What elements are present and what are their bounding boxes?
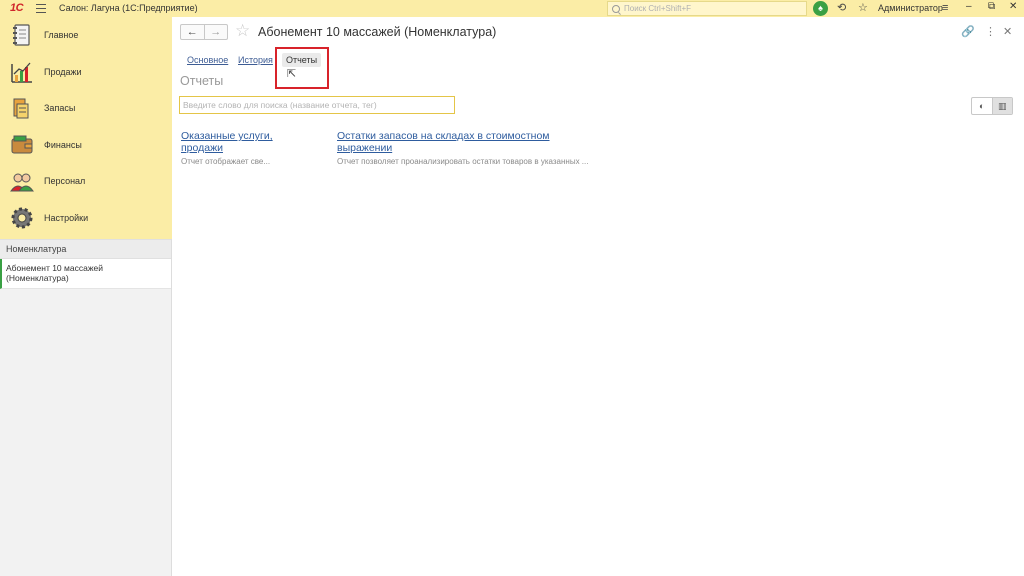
sidebar-item-label: Финансы <box>44 139 82 150</box>
open-windows-header: Номенклатура <box>0 239 171 259</box>
link-icon[interactable]: 🔗 <box>961 25 975 38</box>
minimize-window-button[interactable]: – <box>966 1 972 12</box>
sidebar-item-settings[interactable]: Настройки <box>0 200 172 237</box>
report-link-continuation[interactable]: продажи <box>181 142 273 154</box>
people-icon <box>10 173 34 192</box>
report-item: Оказанные услуги, продажи Отчет отобража… <box>181 130 273 166</box>
sidebar: Главное Продажи Запасы Финансы Персонал … <box>0 17 172 576</box>
settings-menu-icon[interactable]: ≡ <box>942 2 948 15</box>
open-window-item-subtitle: (Номенклатура) <box>6 273 69 283</box>
report-link[interactable]: Остатки запасов на складах в стоимостном <box>337 130 588 142</box>
restore-window-button[interactable]: ⧉ <box>988 1 995 12</box>
report-description: Отчет отображает све... <box>181 157 271 166</box>
wallet-icon <box>11 135 33 154</box>
close-form-icon[interactable]: ✕ <box>1003 25 1012 38</box>
report-item: Остатки запасов на складах в стоимостном… <box>337 130 588 166</box>
report-link-continuation[interactable]: выражении <box>337 142 588 154</box>
report-description: Отчет позволяет проанализировать остатки… <box>337 157 589 166</box>
current-user[interactable]: Администратор <box>878 3 943 13</box>
sidebar-item-staff[interactable]: Персонал <box>0 163 172 200</box>
ledger-icon <box>13 24 30 46</box>
sidebar-item-label: Персонал <box>44 176 86 187</box>
global-search-input[interactable] <box>624 4 794 13</box>
gear-icon <box>11 207 33 229</box>
tab-highlight-frame <box>275 47 329 89</box>
report-search-input[interactable] <box>183 97 454 113</box>
view-toggle: ◐ ▥ <box>971 97 1013 115</box>
mouse-cursor-icon: ⇱ <box>287 68 297 80</box>
forward-arrow-icon[interactable]: → <box>203 25 228 39</box>
sidebar-item-finance[interactable]: Финансы <box>0 127 172 164</box>
list-view-icon[interactable]: ▥ <box>991 98 1012 114</box>
tab-main[interactable]: Основное <box>187 53 228 67</box>
sidebar-item-inventory[interactable]: Запасы <box>0 90 172 127</box>
open-window-item-title: Абонемент 10 массажей <box>6 263 103 273</box>
favorites-star-icon[interactable]: ☆ <box>858 2 868 15</box>
history-navigation: ← → <box>180 24 228 40</box>
sidebar-item-label: Главное <box>44 30 79 41</box>
sidebar-item-label: Запасы <box>44 103 76 114</box>
search-icon <box>612 4 620 13</box>
reports-section-title: Отчеты <box>180 74 224 88</box>
sales-chart-icon <box>11 62 32 83</box>
sidebar-item-label: Продажи <box>44 66 82 77</box>
sections-panel: Главное Продажи Запасы Финансы Персонал … <box>0 17 172 239</box>
title-bar: 1С Салон: Лагуна (1С:Предприятие) ♠ ⟲ ☆ … <box>0 0 1024 17</box>
notification-bell-icon[interactable]: ♠ <box>813 1 828 16</box>
global-search[interactable] <box>607 1 807 16</box>
close-window-button[interactable]: ✕ <box>1009 1 1017 12</box>
app-logo: 1С <box>10 2 24 14</box>
main-content: ← → ☆ Абонемент 10 массажей (Номенклатур… <box>173 17 1024 576</box>
history-icon[interactable]: ⟲ <box>837 2 846 15</box>
view-mode-icon[interactable]: ◐ <box>972 98 992 114</box>
open-window-item[interactable]: Абонемент 10 массажей (Номенклатура) <box>0 259 171 289</box>
more-actions-icon[interactable]: ⋮ <box>985 25 996 38</box>
favorite-star-icon[interactable]: ☆ <box>235 22 250 40</box>
back-arrow-icon[interactable]: ← <box>181 25 204 39</box>
report-search[interactable] <box>179 96 455 114</box>
main-menu-icon[interactable] <box>36 4 46 13</box>
inventory-icon <box>13 98 29 119</box>
report-link[interactable]: Оказанные услуги, <box>181 130 273 142</box>
sidebar-item-main[interactable]: Главное <box>0 17 172 54</box>
tab-history[interactable]: История <box>238 53 273 67</box>
page-title: Абонемент 10 массажей (Номенклатура) <box>258 25 497 39</box>
app-title: Салон: Лагуна (1С:Предприятие) <box>59 3 198 13</box>
sidebar-item-sales[interactable]: Продажи <box>0 54 172 91</box>
sidebar-item-label: Настройки <box>44 212 89 223</box>
